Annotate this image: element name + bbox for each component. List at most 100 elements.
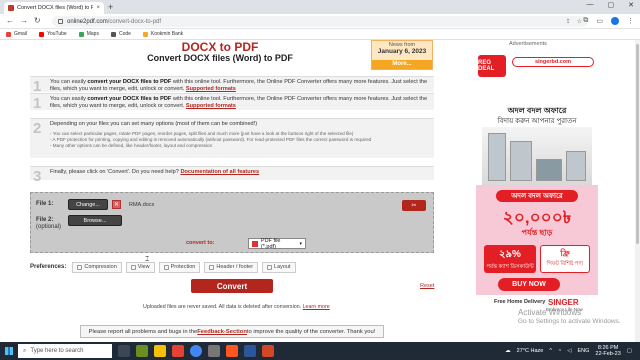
notifications-icon[interactable]: ▢ [627, 348, 632, 354]
bookmark-label: Code [118, 31, 131, 37]
pref-compression[interactable]: Compression [72, 261, 122, 273]
maximize-button[interactable]: ▢ [608, 1, 615, 9]
search-placeholder: Type here to search [30, 348, 84, 354]
bookmark-item[interactable]: Maps [78, 31, 99, 37]
news-box[interactable]: News from January 6, 2023 More... [371, 40, 433, 70]
browse-file-button[interactable]: Browse... [68, 215, 122, 226]
feedback-section-link[interactable]: Feedback-Section [197, 329, 247, 335]
step-2: 2 Depending on your files you can set ma… [30, 118, 434, 158]
reset-link[interactable]: Reset [420, 283, 434, 289]
tray-chevron-icon[interactable]: ^ [549, 348, 552, 354]
convert-to-label: convert to: [186, 240, 215, 246]
pdf-icon [252, 240, 258, 247]
ad-delivery: Free Home Delivery [494, 299, 546, 305]
bookmark-star-icon[interactable]: ☆ [577, 18, 582, 25]
pref-label: Header / footer [216, 264, 254, 270]
app-icon[interactable] [226, 345, 238, 357]
page-scrollbar[interactable] [635, 40, 640, 342]
network-icon[interactable]: ◔ [558, 348, 561, 354]
pref-label: Layout [274, 264, 291, 270]
ad-free-sub: গিফট বিশিষ্ট পণ্য [546, 261, 584, 267]
pref-label: Compression [84, 264, 117, 270]
news-more-button[interactable]: More... [372, 60, 432, 69]
app-icon[interactable] [136, 345, 148, 357]
weather-text[interactable]: 27°C Haze [517, 348, 544, 354]
clock[interactable]: 8:26 PM 22-Feb-23 [595, 345, 620, 357]
pref-protection[interactable]: Protection [158, 261, 201, 273]
reload-icon[interactable]: ↻ [34, 17, 41, 25]
compression-icon [77, 264, 83, 270]
sidebar-icon[interactable]: ▭ [596, 17, 603, 25]
bookmarks-bar: Gmail YouTube Maps Code Kookmin Bank [0, 29, 640, 40]
format-select[interactable]: PDF file (*.pdf) ▾ [248, 237, 306, 250]
close-window-button[interactable]: ✕ [628, 1, 634, 9]
chrome-icon[interactable] [190, 345, 202, 357]
format-selected: PDF file (*.pdf) [260, 237, 281, 250]
advertisement-banner[interactable]: REG DEAL singerbd.com অদল বদল অফারে বিদা… [476, 49, 598, 319]
step-number: 1 [33, 95, 42, 112]
learn-more-link[interactable]: Learn more [303, 304, 330, 310]
bookmark-item[interactable]: Gmail [6, 31, 27, 37]
minimize-button[interactable]: — [587, 1, 594, 9]
lock-icon [163, 264, 169, 270]
privacy-note: Uploaded files are never saved. All data… [143, 304, 330, 310]
pref-view[interactable]: View [125, 261, 155, 273]
task-view-icon[interactable] [118, 345, 130, 357]
pref-header-footer[interactable]: Header / footer [204, 261, 259, 273]
volume-icon[interactable]: ◁ [567, 348, 571, 354]
step-1-bold: convert your DOCX files to PDF [87, 79, 172, 85]
url-path: /convert-docx-to-pdf [107, 18, 162, 25]
ad-label: Advertisements [509, 41, 547, 47]
bookmark-icon [110, 31, 116, 37]
tab-bar: Convert DOCX files (Word) to PDF × + — ▢… [0, 0, 640, 14]
step-number: 1 [33, 78, 42, 95]
ad-upto: পর্যন্ত ছাড় [521, 228, 553, 237]
back-icon[interactable]: ← [6, 17, 14, 25]
share-icon[interactable]: ⇪ [566, 18, 571, 25]
app-icon[interactable] [262, 345, 274, 357]
new-tab-button[interactable]: + [108, 2, 113, 12]
remove-file-icon[interactable]: ✕ [112, 200, 121, 209]
taskbar: ⌕ Type here to search ☁ 27°C Haze ^ ◔ ◁ … [0, 342, 640, 360]
ad-pct-sub: পর্যন্ত ক্যাশ ডিসকাউন্ট [486, 264, 534, 270]
feedback-box: Please report all problems and bugs in t… [80, 325, 384, 338]
pref-layout[interactable]: Layout [262, 261, 296, 273]
supported-formats-link[interactable]: Supported formats [186, 86, 236, 92]
ad-logo: REG DEAL [478, 55, 506, 77]
supported-formats-link[interactable]: Supported formats [186, 103, 236, 109]
taskbar-search-input[interactable]: ⌕ Type here to search [18, 344, 112, 358]
change-file-button[interactable]: Change... [68, 199, 108, 210]
profile-avatar[interactable] [611, 17, 619, 25]
layout-icon [267, 264, 273, 270]
activate-line-2: Go to Settings to activate Windows. [518, 318, 621, 325]
file-explorer-icon[interactable] [154, 345, 166, 357]
step-2-bullet: - Many other options can be defined, lik… [50, 143, 213, 148]
file-options-icon[interactable]: ✂ [402, 200, 426, 211]
privacy-note-text: Uploaded files are never saved. All data… [143, 304, 303, 310]
bookmark-icon [142, 31, 148, 37]
browser-tab[interactable]: Convert DOCX files (Word) to PDF × [4, 2, 104, 14]
documentation-link[interactable]: Documentation of all features [180, 169, 259, 175]
bookmark-item[interactable]: Kookmin Bank [142, 31, 183, 37]
word-icon[interactable] [244, 345, 256, 357]
menu-icon[interactable]: ⋮ [627, 17, 634, 25]
bookmark-item[interactable]: Code [110, 31, 131, 37]
scroll-thumb[interactable] [636, 44, 639, 244]
app-icon[interactable] [208, 345, 220, 357]
tab-title: Convert DOCX files (Word) to PDF [17, 5, 94, 11]
url-input[interactable]: online2pdf.com/convert-docx-to-pdf ⇪ ☆ [52, 16, 588, 27]
page-title: DOCX to PDF [181, 40, 259, 54]
bookmark-icon [39, 31, 45, 37]
start-button[interactable] [0, 342, 18, 360]
language-indicator[interactable]: ENG [577, 348, 589, 354]
extensions-icon[interactable]: ⧉ [583, 17, 588, 25]
tab-close-icon[interactable]: × [96, 5, 100, 11]
app-icon[interactable] [172, 345, 184, 357]
tv-icon [536, 159, 562, 181]
ad-discount-badge: ২৯% পর্যন্ত ক্যাশ ডিসকাউন্ট [484, 245, 536, 273]
bookmark-item[interactable]: YouTube [39, 31, 67, 37]
ad-buy-now-button[interactable]: BUY NOW [498, 278, 560, 291]
convert-button[interactable]: Convert [191, 279, 273, 293]
step-number: 2 [33, 120, 42, 137]
forward-icon[interactable]: → [20, 17, 28, 25]
